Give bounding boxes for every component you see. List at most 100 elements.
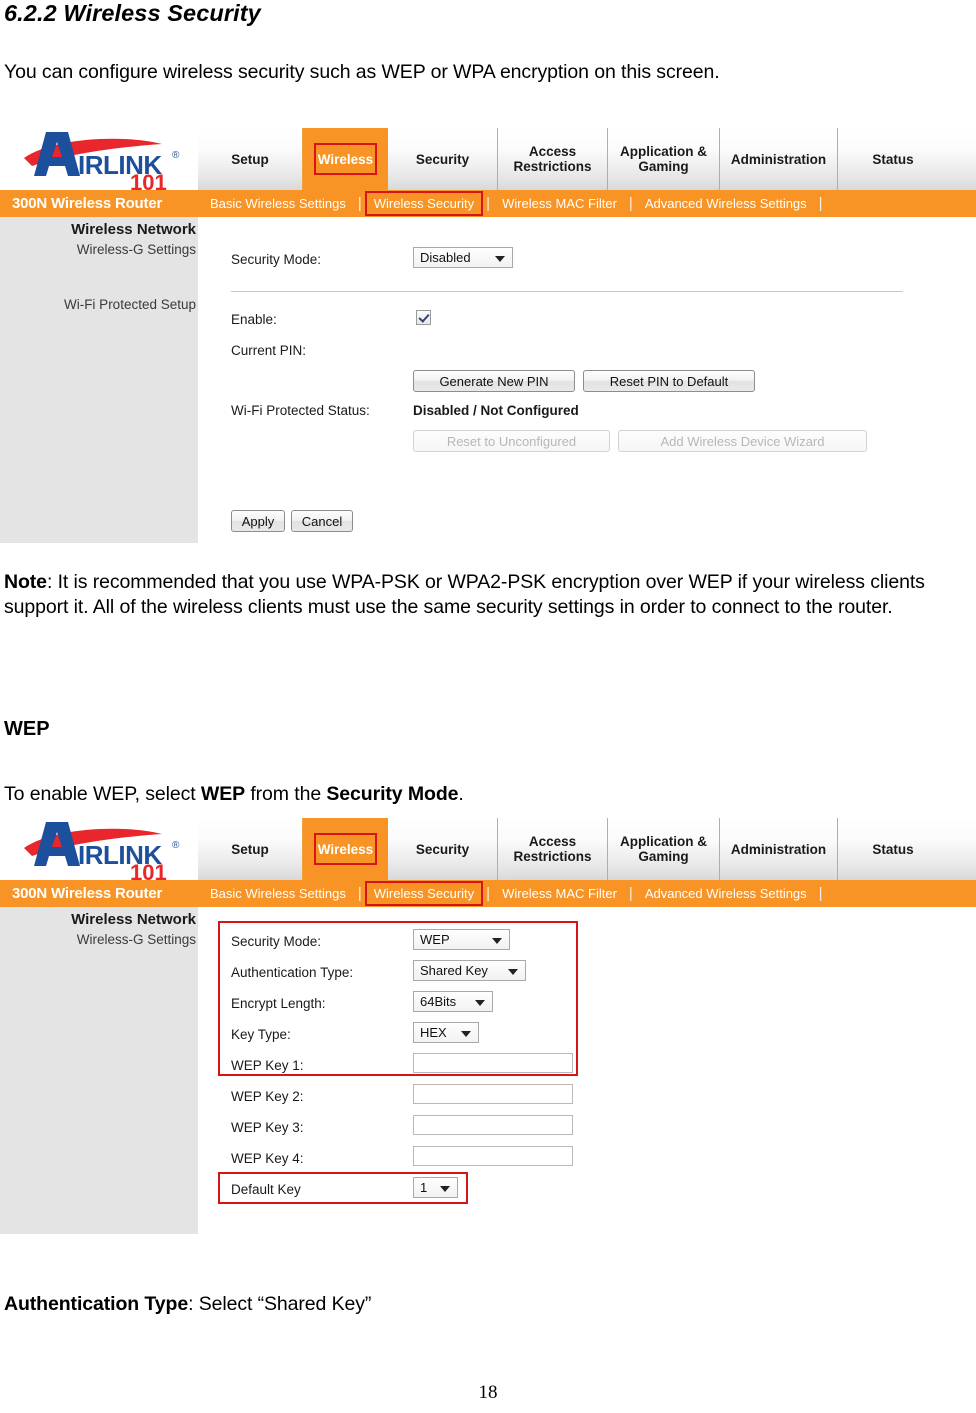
apply-button[interactable]: Apply [231,510,285,532]
key-type-value: HEX [420,1025,447,1040]
security-mode-select[interactable]: WEP [413,929,510,950]
tab-status[interactable]: Status [838,128,948,190]
note-text: : It is recommended that you use WPA-PSK… [4,571,925,618]
router-subnav-2[interactable]: 300N Wireless Router Basic Wireless Sett… [0,880,976,907]
subtab-wireless-mac-filter[interactable]: Wireless MAC Filter [490,886,629,901]
authentication-type-select[interactable]: Shared Key [413,960,526,981]
tab-setup[interactable]: Setup [198,818,303,880]
tab-label: Application & Gaming [620,144,707,174]
tab-label: Access Restrictions [513,834,592,864]
chevron-down-icon [495,255,505,262]
security-mode-label: Security Mode: [231,934,322,949]
subtab-basic-wireless-settings[interactable]: Basic Wireless Settings [198,196,358,211]
router-header-2: IRLINK ® 101 Setup Wireless Security Acc… [0,818,976,880]
main-nav-tabs-2[interactable]: Setup Wireless Security Access Restricti… [198,818,976,880]
security-mode-value: WEP [420,932,450,947]
sidebar-item-wireless-g-settings[interactable]: Wireless-G Settings [0,242,198,257]
svg-text:®: ® [172,150,180,161]
key-type-select[interactable]: HEX [413,1022,479,1043]
highlight-box-wireless [314,833,377,865]
router-screenshot-wep: IRLINK ® 101 Setup Wireless Security Acc… [0,818,976,1234]
authentication-type-label: Authentication Type: [231,965,354,980]
encrypt-length-label: Encrypt Length: [231,996,326,1011]
subtab-label: Basic Wireless Settings [210,886,346,901]
cancel-button[interactable]: Cancel [291,510,353,532]
sidebar-item-wireless-g-settings[interactable]: Wireless-G Settings [0,932,198,947]
tab-security[interactable]: Security [388,818,498,880]
note-label: Note [4,571,47,593]
tab-administration[interactable]: Administration [720,818,838,880]
default-key-select[interactable]: 1 [413,1177,458,1198]
enable-label: Enable: [231,312,277,327]
wep-key-4-label: WEP Key 4: [231,1151,304,1166]
reset-pin-to-default-button[interactable]: Reset PIN to Default [583,370,755,392]
tab-label: Setup [231,841,269,857]
tab-wireless[interactable]: Wireless [303,128,388,190]
wep-intro-a: To enable WEP, select [4,783,201,805]
sidebar-item-wifi-protected-setup[interactable]: Wi-Fi Protected Setup [0,297,198,312]
tab-security[interactable]: Security [388,128,498,190]
chevron-down-icon [461,1030,471,1037]
router-content-panel: Security Mode: Disabled Enable: Current … [198,217,976,543]
tab-label: Status [872,151,914,167]
security-mode-value: Disabled [420,250,471,265]
subtab-label: Wireless MAC Filter [502,886,617,901]
subtab-basic-wireless-settings[interactable]: Basic Wireless Settings [198,886,358,901]
tab-label: Application & Gaming [620,834,707,864]
subtab-advanced-wireless-settings[interactable]: Advanced Wireless Settings [633,886,819,901]
page-title: 6.2.2 Wireless Security [4,0,261,26]
reset-to-unconfigured-button[interactable]: Reset to Unconfigured [413,430,610,452]
tab-administration[interactable]: Administration [720,128,838,190]
subtab-wireless-security[interactable]: Wireless Security [362,191,486,216]
wep-key-3-input[interactable] [413,1115,573,1135]
auth-type-label: Authentication Type [4,1293,189,1315]
wep-key-2-input[interactable] [413,1084,573,1104]
section-divider [231,291,903,292]
airlink-logo-icon: IRLINK ® 101 [24,822,180,880]
key-type-label: Key Type: [231,1027,291,1042]
tab-label: Security [415,151,470,167]
generate-new-pin-button[interactable]: Generate New PIN [413,370,575,392]
wep-key-1-input[interactable] [413,1053,573,1073]
subnav-links[interactable]: Basic Wireless Settings | Wireless Secur… [198,191,976,216]
tab-access-restrictions[interactable]: Access Restrictions [498,818,608,880]
encrypt-length-select[interactable]: 64Bits [413,991,493,1012]
main-nav-tabs[interactable]: Setup Wireless Security Access Restricti… [198,128,976,190]
router-screenshot-disabled: IRLINK ® 101 Setup Wireless Security Acc… [0,128,976,543]
wep-key-4-input[interactable] [413,1146,573,1166]
wep-key-3-label: WEP Key 3: [231,1120,304,1135]
tab-label: Security [415,841,470,857]
subtab-label: Advanced Wireless Settings [644,196,807,211]
logo-area-2: IRLINK ® 101 [0,818,198,880]
tab-application-gaming[interactable]: Application & Gaming [608,128,720,190]
router-subnav[interactable]: 300N Wireless Router Basic Wireless Sett… [0,190,976,217]
subtab-wireless-security[interactable]: Wireless Security [362,881,486,906]
highlight-box-wireless [314,143,377,175]
subnav-links-2[interactable]: Basic Wireless Settings | Wireless Secur… [198,881,976,906]
subnav-separator: | [818,195,823,212]
router-body-2: Wireless Network Wireless-G Settings Sec… [0,907,976,1234]
security-mode-select[interactable]: Disabled [413,247,513,268]
tab-label: Status [872,841,914,857]
default-key-value: 1 [420,1180,428,1195]
tab-wireless[interactable]: Wireless [303,818,388,880]
tab-access-restrictions[interactable]: Access Restrictions [498,128,608,190]
highlight-box-wireless-security [364,881,484,906]
subtab-wireless-mac-filter[interactable]: Wireless MAC Filter [490,196,629,211]
tab-application-gaming[interactable]: Application & Gaming [608,818,720,880]
router-model-name: 300N Wireless Router [12,195,163,212]
wep-key-1-label: WEP Key 1: [231,1058,304,1073]
logo-area: IRLINK ® 101 [0,128,198,190]
chevron-down-icon [492,937,502,944]
enable-checkbox[interactable] [416,310,431,325]
svg-text:101: 101 [130,860,167,880]
subtab-advanced-wireless-settings[interactable]: Advanced Wireless Settings [633,196,819,211]
current-pin-label: Current PIN: [231,343,307,358]
tab-status[interactable]: Status [838,818,948,880]
subtab-label: Wireless MAC Filter [502,196,617,211]
wps-status-label: Wi-Fi Protected Status: [231,403,370,418]
highlight-box-wireless-security [364,191,484,216]
tab-setup[interactable]: Setup [198,128,303,190]
router-sidebar-2: Wireless Network Wireless-G Settings [0,907,198,1234]
add-wireless-device-wizard-button[interactable]: Add Wireless Device Wizard [618,430,867,452]
